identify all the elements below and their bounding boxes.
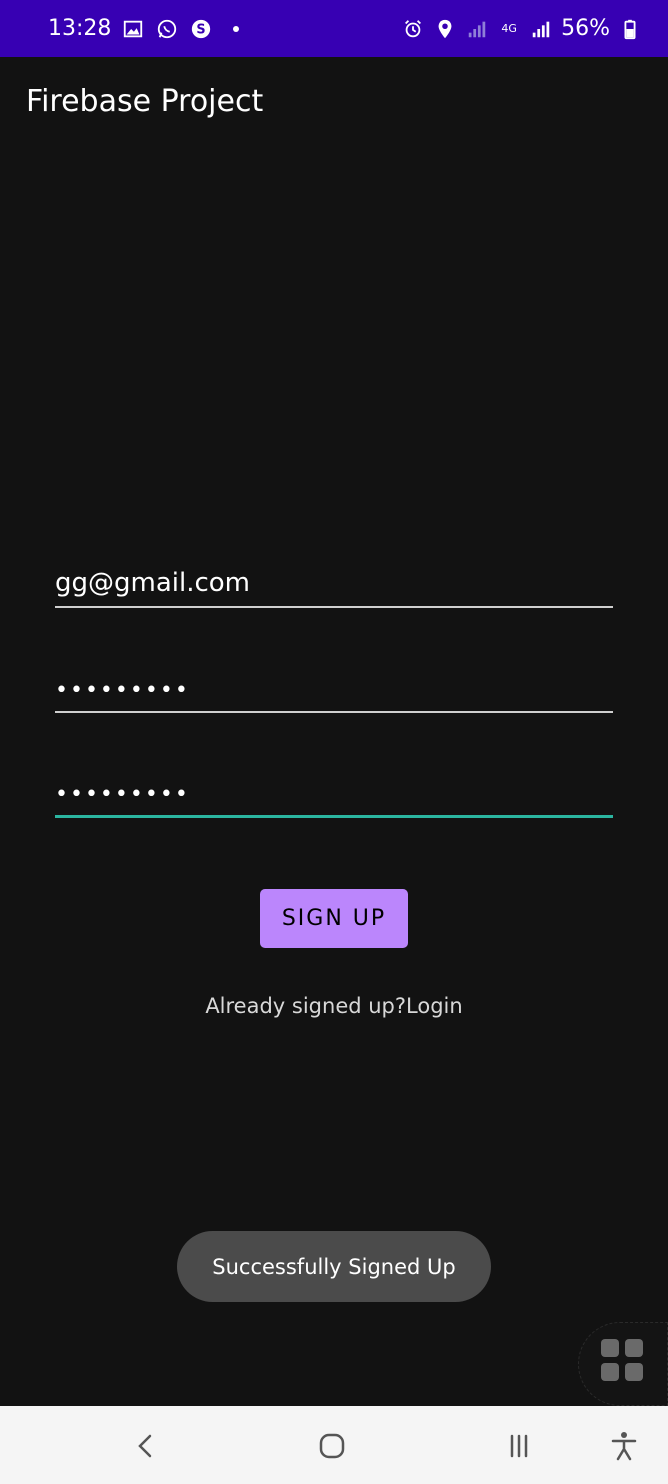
email-value: gg@gmail.com <box>55 568 251 598</box>
navigation-bar <box>0 1406 668 1484</box>
login-link[interactable]: Already signed up?Login <box>0 994 668 1018</box>
email-field[interactable]: gg@gmail.com <box>55 558 613 608</box>
s-app-icon: S <box>189 17 213 41</box>
confirm-password-field[interactable]: ••••••••• <box>55 768 613 818</box>
back-icon[interactable] <box>128 1428 164 1464</box>
location-icon <box>433 17 457 41</box>
whatsapp-icon <box>155 17 179 41</box>
status-left: 13:28 S <box>48 16 240 41</box>
notification-dot-icon <box>233 25 240 32</box>
home-icon[interactable] <box>314 1428 350 1464</box>
svg-text:S: S <box>197 22 206 37</box>
app-title: Firebase Project <box>26 84 264 119</box>
signup-button[interactable]: SIGN UP <box>260 889 408 948</box>
gallery-icon <box>121 17 145 41</box>
signal-icon <box>465 17 489 41</box>
alarm-icon <box>401 17 425 41</box>
confirm-password-value: ••••••••• <box>55 782 190 807</box>
apps-grid-icon <box>601 1339 643 1381</box>
signal-icon <box>529 17 553 41</box>
recents-icon[interactable] <box>501 1428 537 1464</box>
status-right: 4G 56% <box>401 16 642 41</box>
floating-apps-button[interactable] <box>578 1322 668 1406</box>
status-time: 13:28 <box>48 16 112 41</box>
password-value: ••••••••• <box>55 678 190 703</box>
battery-icon <box>618 17 642 41</box>
battery-percent: 56% <box>561 16 610 41</box>
network-type-label: 4G <box>501 22 517 35</box>
accessibility-icon[interactable] <box>606 1428 642 1464</box>
status-bar: 13:28 S 4G 56% <box>0 0 668 57</box>
password-field[interactable]: ••••••••• <box>55 663 613 713</box>
toast-message: Successfully Signed Up <box>177 1231 491 1302</box>
